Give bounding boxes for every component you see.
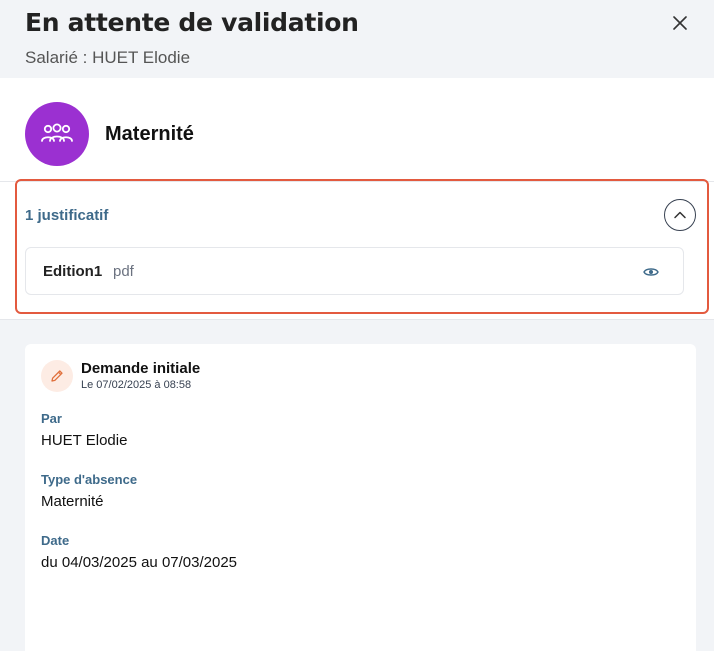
- pencil-icon: [51, 370, 63, 382]
- collapse-justificatifs-button[interactable]: [664, 199, 696, 231]
- field-value-par: HUET Elodie: [41, 432, 128, 449]
- history-card: Demande initiale Le 07/02/2025 à 08:58 P…: [25, 344, 696, 651]
- absence-type-avatar: [25, 102, 89, 166]
- history-title: Demande initiale: [81, 360, 201, 377]
- edit-badge: [41, 360, 73, 392]
- file-name: Edition1: [43, 263, 103, 280]
- field-value-date: du 04/03/2025 au 07/03/2025: [41, 554, 238, 571]
- field-value-type-absence: Maternité: [41, 493, 104, 510]
- justificatif-file-item[interactable]: Edition1 pdf: [25, 247, 684, 295]
- field-label-type-absence: Type d'absence: [41, 472, 138, 487]
- field-label-par: Par: [41, 411, 62, 426]
- view-file-button[interactable]: [641, 262, 661, 282]
- field-label-date: Date: [41, 533, 70, 548]
- absence-type-label: Maternité: [105, 123, 194, 145]
- chevron-up-icon: [674, 211, 686, 219]
- panel-header: En attente de validation Salarié : HUET …: [0, 0, 714, 78]
- history-timestamp: Le 07/02/2025 à 08:58: [81, 379, 192, 391]
- close-icon: [673, 16, 687, 30]
- close-button[interactable]: [668, 11, 692, 35]
- employee-subtitle: Salarié : HUET Elodie: [25, 48, 191, 67]
- justificatifs-count: 1 justificatif: [25, 207, 109, 224]
- eye-icon: [643, 268, 659, 276]
- justificatifs-section: 1 justificatif Edition1 pdf: [0, 179, 714, 320]
- page-title: En attente de validation: [25, 8, 359, 37]
- people-group-icon: [41, 123, 73, 142]
- file-extension: pdf: [113, 263, 134, 280]
- absence-summary: Maternité: [0, 78, 714, 182]
